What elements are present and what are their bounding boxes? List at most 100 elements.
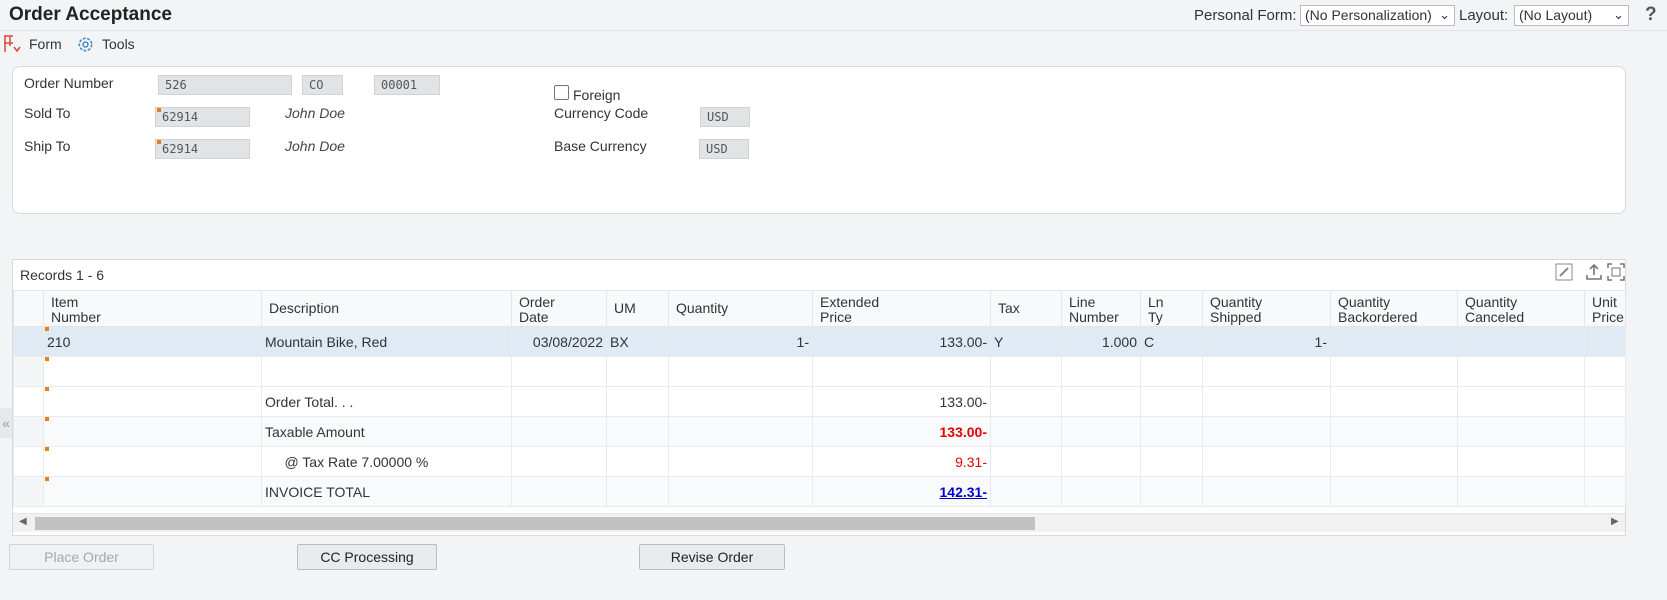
table-row[interactable]	[13, 356, 1626, 387]
row-selector[interactable]	[13, 476, 44, 507]
table-row[interactable]: Taxable Amount 133.00-	[13, 416, 1626, 447]
grid-cell[interactable]	[511, 416, 607, 447]
row-selector[interactable]	[13, 326, 44, 357]
column-header[interactable]: Line Number	[1061, 290, 1141, 327]
grid-cell[interactable]: Taxable Amount	[261, 416, 512, 447]
grid-cell[interactable]: BX	[606, 326, 669, 357]
foreign-checkbox[interactable]	[554, 85, 569, 100]
scroll-right-icon[interactable]: ▶	[1611, 516, 1619, 527]
column-header[interactable]: Tax	[990, 290, 1062, 327]
grid-cell[interactable]	[1330, 446, 1458, 477]
table-row[interactable]: INVOICE TOTAL 142.31-	[13, 476, 1626, 507]
grid-cell[interactable]	[990, 416, 1062, 447]
layout-select[interactable]: (No Layout) ⌄	[1514, 5, 1629, 26]
grid-cell[interactable]	[1457, 416, 1585, 447]
column-header[interactable]: Description	[261, 290, 512, 327]
row-selector[interactable]	[13, 356, 44, 387]
column-header[interactable]: Quantity Canceled	[1457, 290, 1585, 327]
collapse-left-icon[interactable]: «	[0, 408, 12, 438]
column-header[interactable]: Quantity Backordered	[1330, 290, 1458, 327]
grid-cell[interactable]	[668, 446, 813, 477]
table-row[interactable]: @ Tax Rate 7.00000 % 9.31-	[13, 446, 1626, 477]
grid-cell[interactable]	[43, 416, 262, 447]
grid-cell[interactable]: @ Tax Rate 7.00000 %	[261, 446, 512, 477]
grid-cell[interactable]: Y	[990, 326, 1062, 357]
grid-cell[interactable]: 142.31-	[812, 476, 991, 507]
grid-cell[interactable]	[1330, 386, 1458, 417]
grid-cell[interactable]	[1140, 446, 1203, 477]
grid-cell[interactable]	[1061, 356, 1141, 387]
column-header[interactable]: Quantity	[668, 290, 813, 327]
form-menu[interactable]: Form	[29, 36, 62, 52]
grid-cell[interactable]: INVOICE TOTAL	[261, 476, 512, 507]
grid-cell[interactable]	[606, 356, 669, 387]
grid-cell[interactable]	[1061, 446, 1141, 477]
grid-cell[interactable]	[1584, 386, 1626, 417]
grid-cell[interactable]	[511, 356, 607, 387]
export-icon[interactable]	[1584, 263, 1604, 283]
grid-cell[interactable]	[990, 386, 1062, 417]
grid-cell[interactable]	[1202, 476, 1331, 507]
grid-cell[interactable]: 1.000	[1061, 326, 1141, 357]
grid-cell[interactable]	[1061, 476, 1141, 507]
grid-cell[interactable]	[606, 416, 669, 447]
grid-cell[interactable]	[1457, 476, 1585, 507]
grid-cell[interactable]	[1330, 356, 1458, 387]
row-selector[interactable]	[13, 446, 44, 477]
edit-grid-icon[interactable]	[1554, 263, 1574, 283]
grid-cell[interactable]	[43, 446, 262, 477]
grid-cell[interactable]	[1584, 356, 1626, 387]
grid-cell[interactable]	[668, 476, 813, 507]
grid-cell[interactable]: 133.00-	[812, 416, 991, 447]
scroll-left-icon[interactable]: ◀	[19, 516, 27, 527]
column-header[interactable]: Order Date	[511, 290, 607, 327]
grid-cell[interactable]: 1-	[668, 326, 813, 357]
grid-cell[interactable]: 1-	[1202, 326, 1331, 357]
grid-cell[interactable]	[1584, 326, 1626, 357]
grid-cell[interactable]	[1061, 386, 1141, 417]
column-header[interactable]: UM	[606, 290, 669, 327]
grid-cell[interactable]	[1457, 356, 1585, 387]
scrollbar-thumb[interactable]	[35, 517, 1035, 530]
grid-cell[interactable]	[1140, 476, 1203, 507]
table-row[interactable]: Order Total. . . 133.00-	[13, 386, 1626, 417]
column-header[interactable]: Unit Price	[1584, 290, 1626, 327]
grid-cell[interactable]	[1140, 386, 1203, 417]
grid-cell[interactable]	[1457, 326, 1585, 357]
column-header[interactable]: Item Number	[43, 290, 262, 327]
grid-cell[interactable]	[990, 356, 1062, 387]
column-header[interactable]: Extended Price	[812, 290, 991, 327]
grid-cell[interactable]	[606, 476, 669, 507]
grid-cell[interactable]	[668, 416, 813, 447]
grid-cell[interactable]	[43, 476, 262, 507]
table-row[interactable]: 210 Mountain Bike, Red 03/08/2022 BX 1- …	[13, 326, 1626, 357]
grid-cell[interactable]	[1202, 446, 1331, 477]
personal-form-select[interactable]: (No Personalization) ⌄	[1300, 5, 1455, 26]
help-icon[interactable]: ?	[1645, 4, 1657, 26]
grid-cell[interactable]	[511, 386, 607, 417]
place-order-button[interactable]: Place Order	[9, 544, 154, 570]
grid-cell[interactable]	[1330, 326, 1458, 357]
grid-cell[interactable]	[1584, 446, 1626, 477]
grid-cell[interactable]: C	[1140, 326, 1203, 357]
row-selector[interactable]	[13, 416, 44, 447]
invoice-total-link[interactable]: 142.31-	[940, 484, 987, 500]
grid-cell[interactable]	[990, 476, 1062, 507]
column-header[interactable]: Quantity Shipped	[1202, 290, 1331, 327]
grid-cell[interactable]	[1330, 476, 1458, 507]
grid-cell[interactable]: 210	[43, 326, 262, 357]
grid-cell[interactable]	[1457, 446, 1585, 477]
grid-cell[interactable]	[511, 446, 607, 477]
maximize-grid-icon[interactable]	[1606, 263, 1626, 283]
grid-cell[interactable]	[1202, 416, 1331, 447]
grid-cell[interactable]	[1330, 416, 1458, 447]
column-header[interactable]: Ln Ty	[1140, 290, 1203, 327]
grid-cell[interactable]	[261, 356, 512, 387]
grid-cell[interactable]	[1202, 386, 1331, 417]
grid-cell[interactable]	[606, 386, 669, 417]
grid-cell[interactable]	[1584, 416, 1626, 447]
grid-cell[interactable]: 133.00-	[812, 326, 991, 357]
grid-cell[interactable]: 133.00-	[812, 386, 991, 417]
grid-cell[interactable]	[812, 356, 991, 387]
grid-cell[interactable]	[43, 356, 262, 387]
